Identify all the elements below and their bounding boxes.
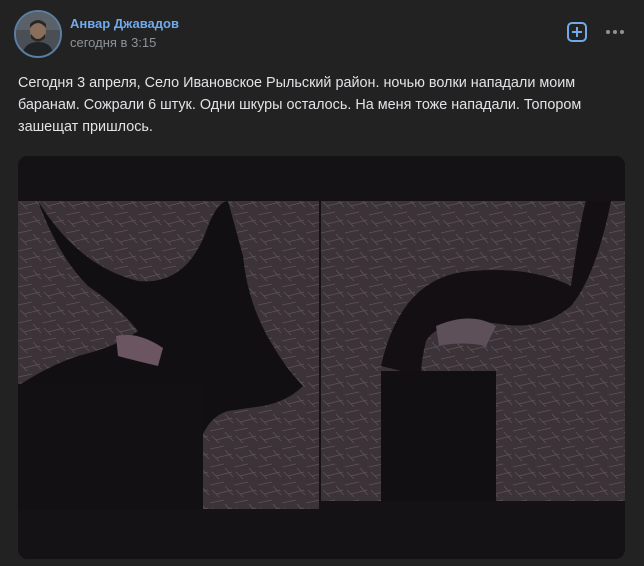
post-media [18,156,625,559]
add-square-icon[interactable] [567,22,587,42]
post-header: Анвар Джавадов сегодня в 3:15 [14,8,630,58]
dot [606,30,610,34]
photo-right[interactable] [321,156,625,559]
avatar[interactable] [14,10,62,58]
dot [613,30,617,34]
post-text: Сегодня 3 апреля, Село Ивановское Рыльск… [18,75,582,135]
photo-left-image [18,156,319,559]
photo-left[interactable] [18,156,319,559]
dot [620,30,624,34]
more-horizontal-icon[interactable] [604,28,626,36]
photo-right-image [321,156,625,559]
avatar-image [16,12,60,56]
post-date[interactable]: сегодня в 3:15 [70,35,156,50]
post-card: Анвар Джавадов сегодня в 3:15 Сегодня 3 … [0,0,644,566]
author-name[interactable]: Анвар Джавадов [70,16,179,31]
